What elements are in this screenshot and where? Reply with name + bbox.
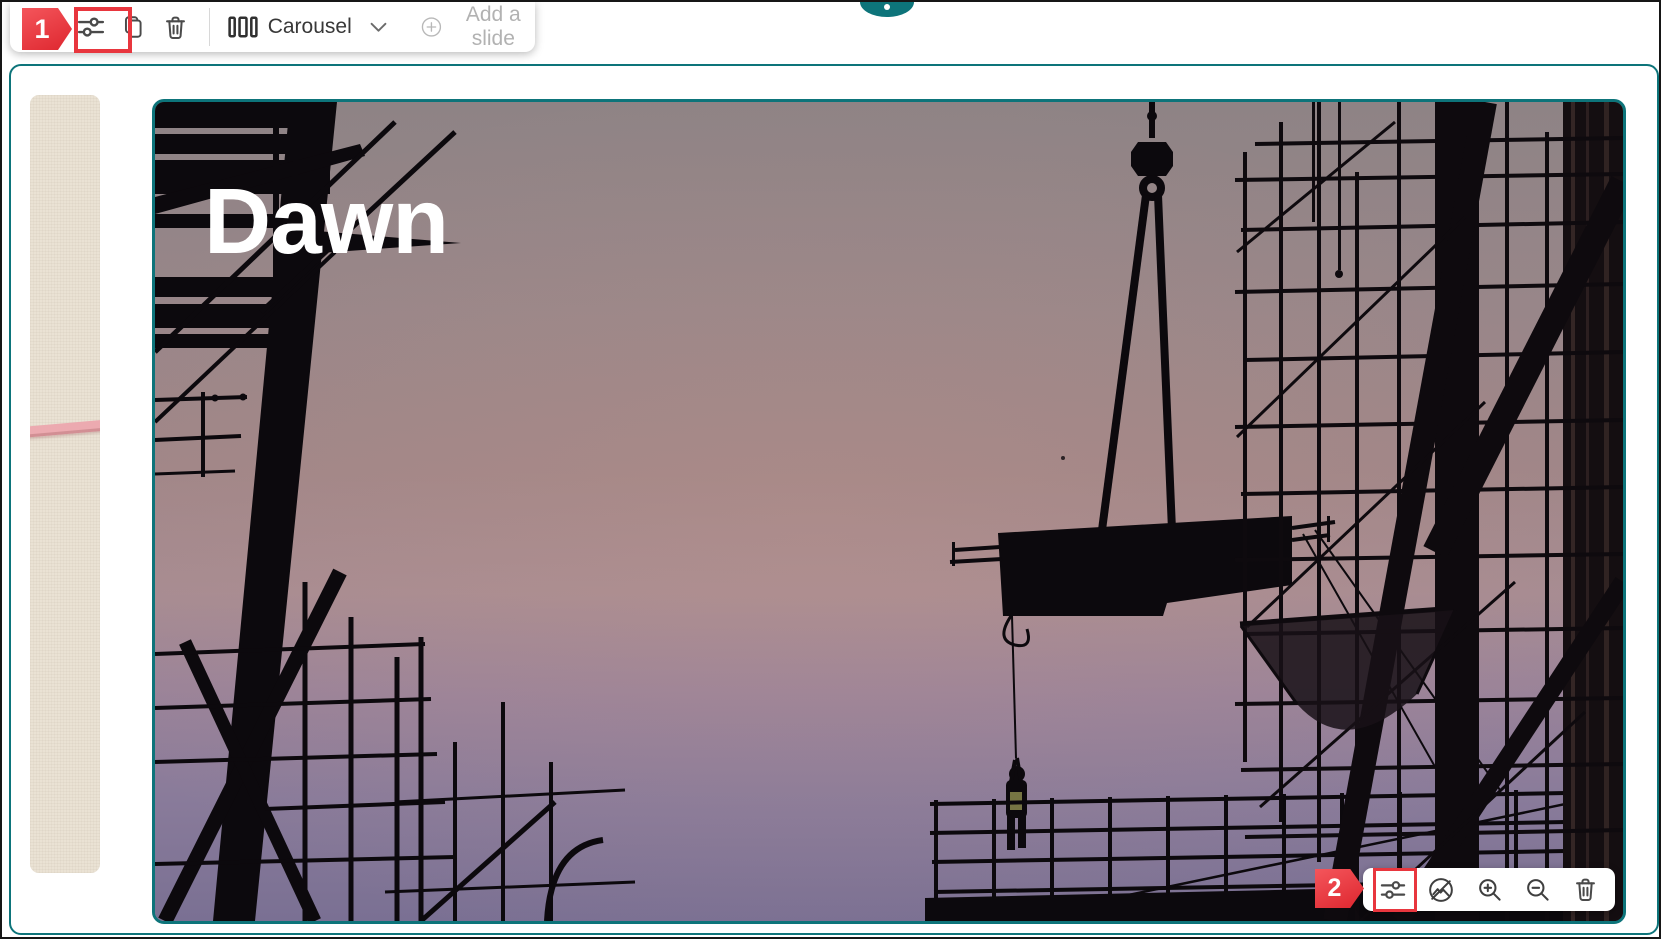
- pink-rope-decoration: [30, 419, 100, 438]
- trash-icon: [1572, 876, 1599, 903]
- trash-icon: [162, 14, 189, 41]
- image-toolbar: [1363, 868, 1615, 911]
- sway-carousel-editor: Carousel Add a slide 1: [0, 0, 1661, 939]
- card-type-label: Carousel: [268, 15, 352, 39]
- delete-image-button[interactable]: [1565, 870, 1605, 910]
- image-off-icon: [1427, 876, 1455, 904]
- slide-title[interactable]: Dawn: [204, 175, 448, 268]
- sway-canvas: Dawn: [9, 64, 1659, 935]
- callout-2-label: 2: [1328, 874, 1342, 903]
- toolbar-divider: [209, 8, 210, 46]
- zoom-out-button[interactable]: [1517, 870, 1557, 910]
- remove-image-button[interactable]: [1421, 870, 1461, 910]
- add-slide-button[interactable]: Add a slide: [421, 3, 535, 51]
- chevron-down-icon: [370, 22, 387, 33]
- duplicate-card-button[interactable]: [116, 6, 150, 48]
- callout-1-label: 1: [34, 14, 49, 45]
- sliders-icon: [76, 12, 106, 42]
- carousel-icon: [228, 14, 258, 40]
- zoom-in-icon: [1476, 876, 1503, 903]
- card-settings-button[interactable]: [74, 6, 108, 48]
- delete-card-button[interactable]: [159, 6, 193, 48]
- zoom-out-icon: [1524, 876, 1551, 903]
- sliders-icon: [1379, 876, 1407, 904]
- image-settings-button[interactable]: [1373, 870, 1413, 910]
- zoom-in-button[interactable]: [1469, 870, 1509, 910]
- previous-slide-preview[interactable]: [30, 95, 100, 873]
- copy-icon: [120, 14, 146, 40]
- carousel-slide[interactable]: Dawn: [152, 99, 1626, 924]
- card-type-dropdown[interactable]: Carousel: [224, 14, 391, 40]
- card-toolbar: Carousel Add a slide: [10, 2, 535, 52]
- insert-card-handle[interactable]: [860, 2, 914, 17]
- add-slide-label: Add a slide: [452, 3, 535, 51]
- plus-circle-icon: [421, 14, 442, 40]
